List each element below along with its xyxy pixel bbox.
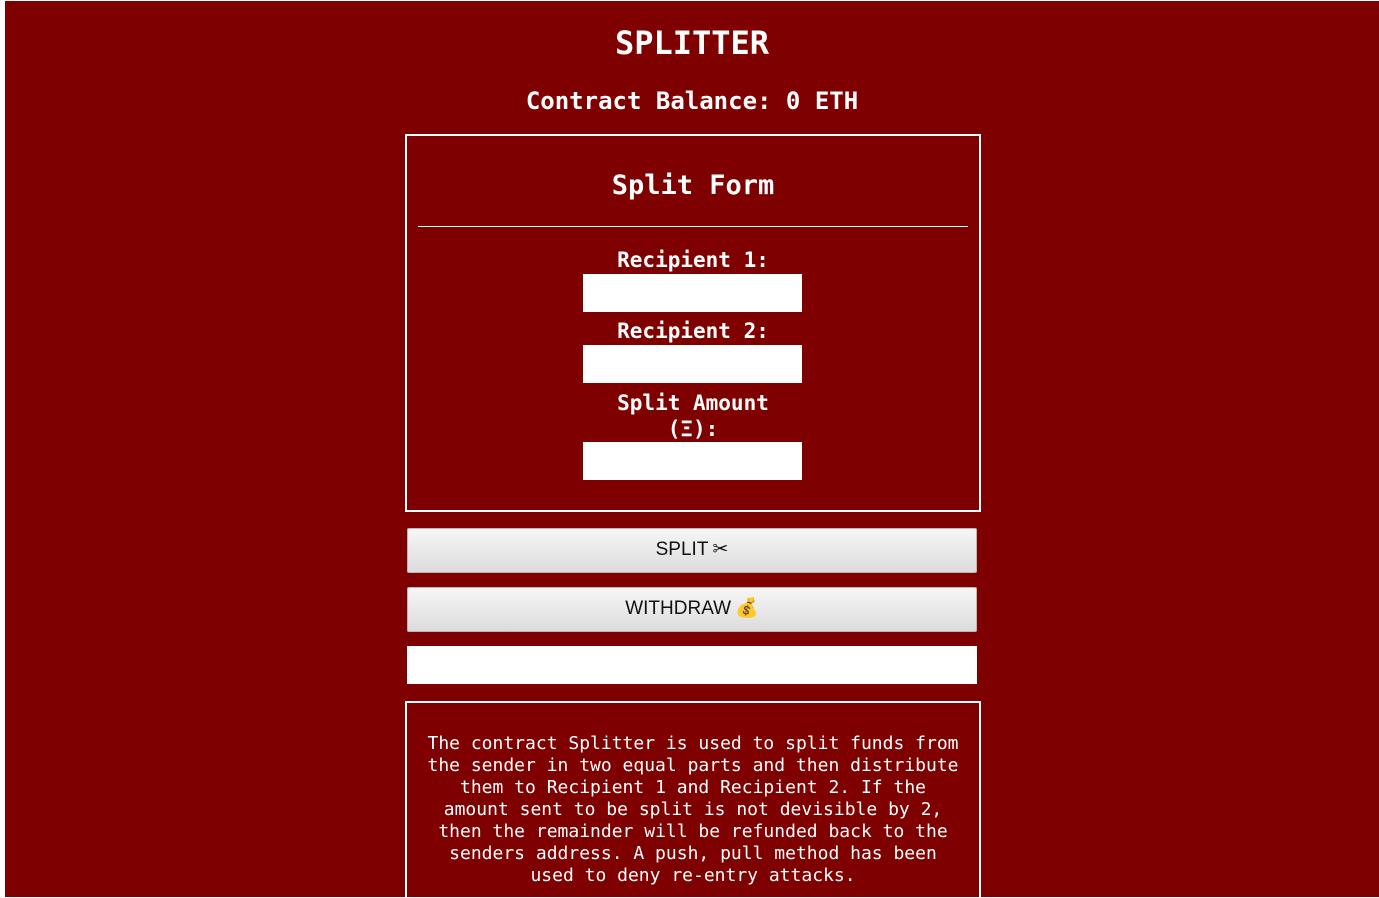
split-amount-label-line1: Split Amount	[617, 391, 769, 415]
split-button-label: SPLIT	[655, 539, 709, 560]
recipient1-input[interactable]	[583, 274, 802, 312]
money-bag-icon: 💰	[735, 598, 759, 619]
description-box: The contract Splitter is used to split f…	[405, 701, 981, 897]
split-amount-label: Split Amount (Ξ):	[407, 390, 979, 442]
split-amount-input[interactable]	[583, 442, 802, 480]
form-title: Split Form	[611, 170, 775, 201]
description-text: The contract Splitter is used to split f…	[427, 733, 959, 886]
app-page: SPLITTER Contract Balance: 0 ETH Split F…	[5, 1, 1379, 897]
split-amount-label-line2: (Ξ):	[667, 417, 719, 441]
page-title: SPLITTER	[614, 24, 770, 62]
split-button[interactable]: SPLIT ✂	[407, 528, 977, 573]
withdraw-button-label: WITHDRAW	[625, 598, 732, 619]
recipient2-label: Recipient 2:	[617, 319, 769, 343]
form-divider	[418, 226, 968, 227]
split-form: Split Form Recipient 1: Recipient 2: Spl…	[405, 134, 981, 512]
contract-balance: Contract Balance: 0 ETH	[525, 87, 859, 115]
recipient2-input[interactable]	[583, 345, 802, 383]
withdraw-button[interactable]: WITHDRAW 💰	[407, 587, 977, 632]
scissors-icon: ✂	[712, 539, 729, 560]
status-output-field[interactable]	[407, 646, 977, 684]
recipient1-label: Recipient 1:	[617, 248, 769, 272]
